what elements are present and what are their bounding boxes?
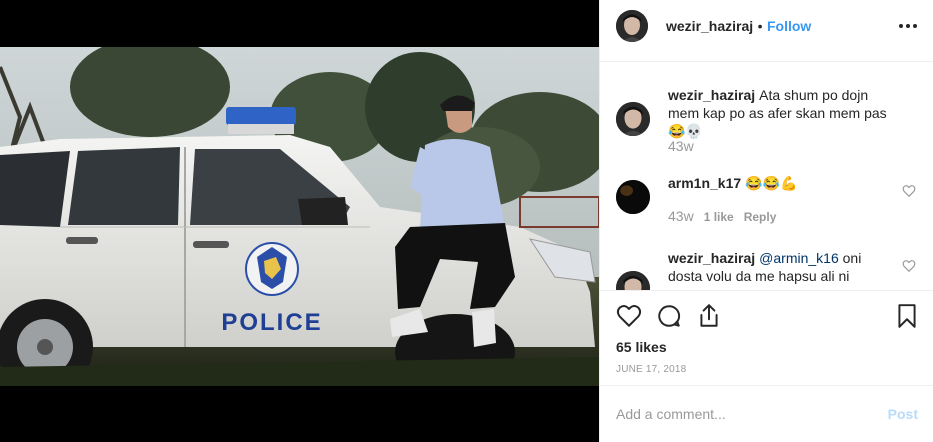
post-date[interactable]: JUNE 17, 2018	[616, 364, 686, 375]
heart-icon[interactable]	[616, 303, 642, 329]
post-header: wezir_haziraj • Follow	[600, 0, 933, 62]
avatar[interactable]	[616, 180, 650, 214]
add-comment-input[interactable]: Add a comment...	[616, 406, 726, 422]
post-photo[interactable]: POLICE	[0, 47, 599, 386]
list-item: wezir_haziraj @armin_k16 oni dosta volu d…	[616, 249, 916, 290]
avatar[interactable]	[616, 271, 650, 290]
car-police-text: POLICE	[221, 309, 322, 336]
comment-time[interactable]: 43w	[668, 208, 694, 224]
comment-username[interactable]: wezir_haziraj	[668, 250, 755, 266]
comment-meta: 43w	[668, 138, 694, 154]
comment-time[interactable]: 43w	[668, 138, 694, 154]
add-comment-bar: Add a comment... Post	[600, 385, 933, 442]
avatar-image	[616, 102, 650, 136]
comment-text: arm1n_k17 😂😂💪	[668, 174, 896, 192]
header-separator: •	[757, 18, 763, 34]
header-user-line: wezir_haziraj • Follow	[666, 18, 811, 36]
share-icon[interactable]	[696, 303, 722, 329]
follow-button[interactable]: Follow	[767, 18, 811, 34]
more-icon[interactable]	[898, 16, 918, 36]
comment-text: wezir_haziraj @armin_k16 oni dosta volu d…	[668, 249, 896, 285]
reply-button[interactable]: Reply	[744, 210, 777, 224]
avatar[interactable]	[616, 102, 650, 136]
post-media: POLICE	[0, 0, 599, 442]
header-username[interactable]: wezir_haziraj	[666, 18, 753, 34]
comment-icon[interactable]	[656, 303, 682, 329]
comment-meta: 43w 1 like Reply	[668, 208, 776, 224]
post-side-panel: wezir_haziraj • Follow wezir_haziraj Ata…	[599, 0, 933, 442]
comment-text: wezir_haziraj Ata shum po dojn mem kap po…	[668, 86, 896, 140]
avatar-image	[616, 10, 648, 42]
likes-count[interactable]: 65 likes	[616, 339, 667, 355]
post-comment-button[interactable]: Post	[888, 406, 918, 422]
post-actions: 65 likes JUNE 17, 2018	[600, 290, 933, 387]
avatar-image	[616, 271, 650, 290]
comment-username[interactable]: wezir_haziraj	[668, 87, 755, 103]
comment-username[interactable]: arm1n_k17	[668, 175, 741, 191]
bookmark-icon[interactable]	[894, 303, 920, 329]
list-item: wezir_haziraj Ata shum po dojn mem kap po…	[616, 86, 916, 156]
avatar-image	[616, 180, 650, 214]
avatar[interactable]	[616, 10, 648, 42]
comments-list[interactable]: wezir_haziraj Ata shum po dojn mem kap po…	[600, 62, 933, 290]
comment-like-heart-icon[interactable]	[902, 184, 916, 198]
comment-body: 😂😂💪	[745, 175, 798, 191]
comment-likes[interactable]: 1 like	[704, 210, 734, 224]
comment-mention[interactable]: @armin_k16	[759, 250, 839, 266]
list-item: arm1n_k17 😂😂💪 43w 1 like Reply	[616, 174, 916, 234]
instagram-post: POLICE wezir_haziraj • Follow wezir_hazi…	[0, 0, 933, 442]
comment-like-heart-icon[interactable]	[902, 259, 916, 273]
